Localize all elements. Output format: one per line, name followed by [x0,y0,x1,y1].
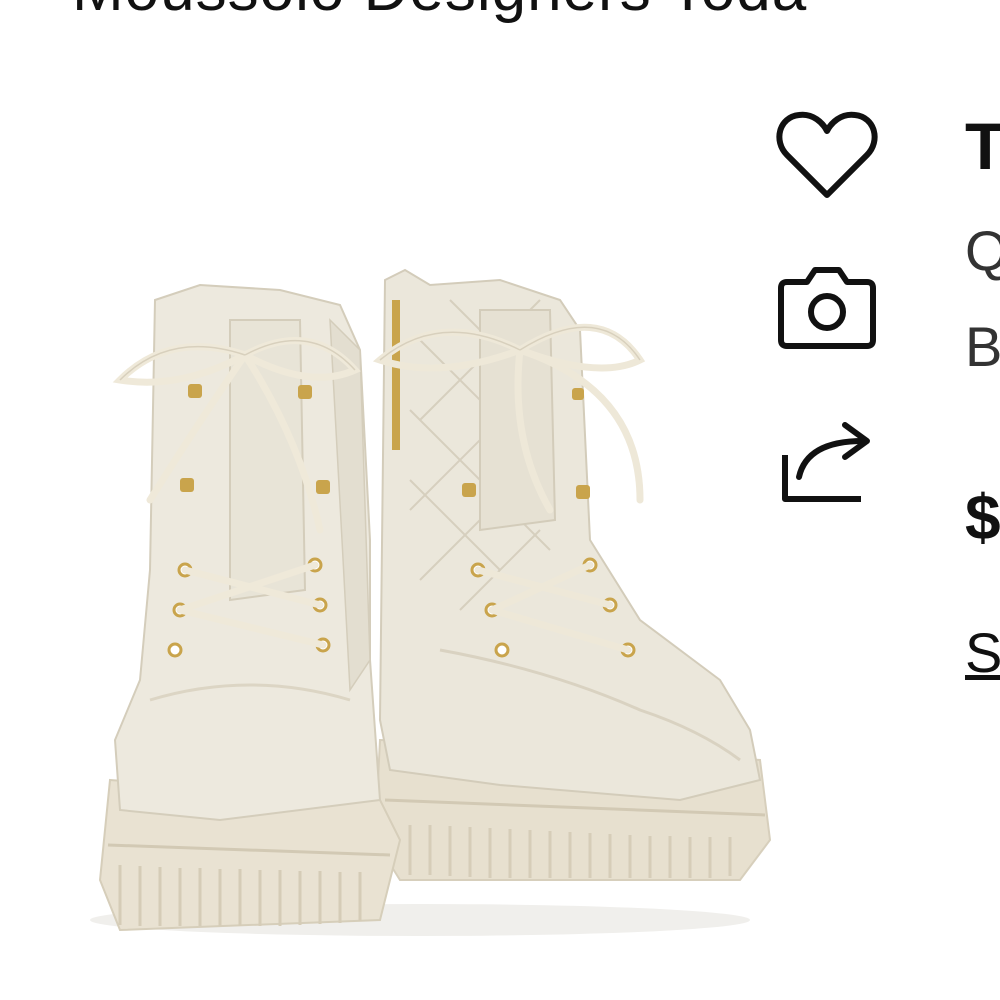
share-icon [782,422,870,502]
share-button[interactable] [772,405,882,515]
page-title: Moussolo Designers Toda [72,0,807,25]
size-guide-link[interactable]: S [965,620,1000,685]
product-page: Moussolo Designers Toda [0,0,1000,1000]
product-name-line-1: Q [965,219,1000,282]
product-price: $ [965,481,1000,553]
heart-icon [776,111,878,198]
camera-icon [778,267,876,349]
product-brand[interactable]: T [965,108,1000,184]
product-image[interactable] [80,240,780,940]
right-boot [372,268,772,881]
left-boot [98,283,402,932]
wishlist-button[interactable] [772,100,882,210]
product-name-line-2: B [965,315,1000,378]
camera-button[interactable] [772,250,882,360]
